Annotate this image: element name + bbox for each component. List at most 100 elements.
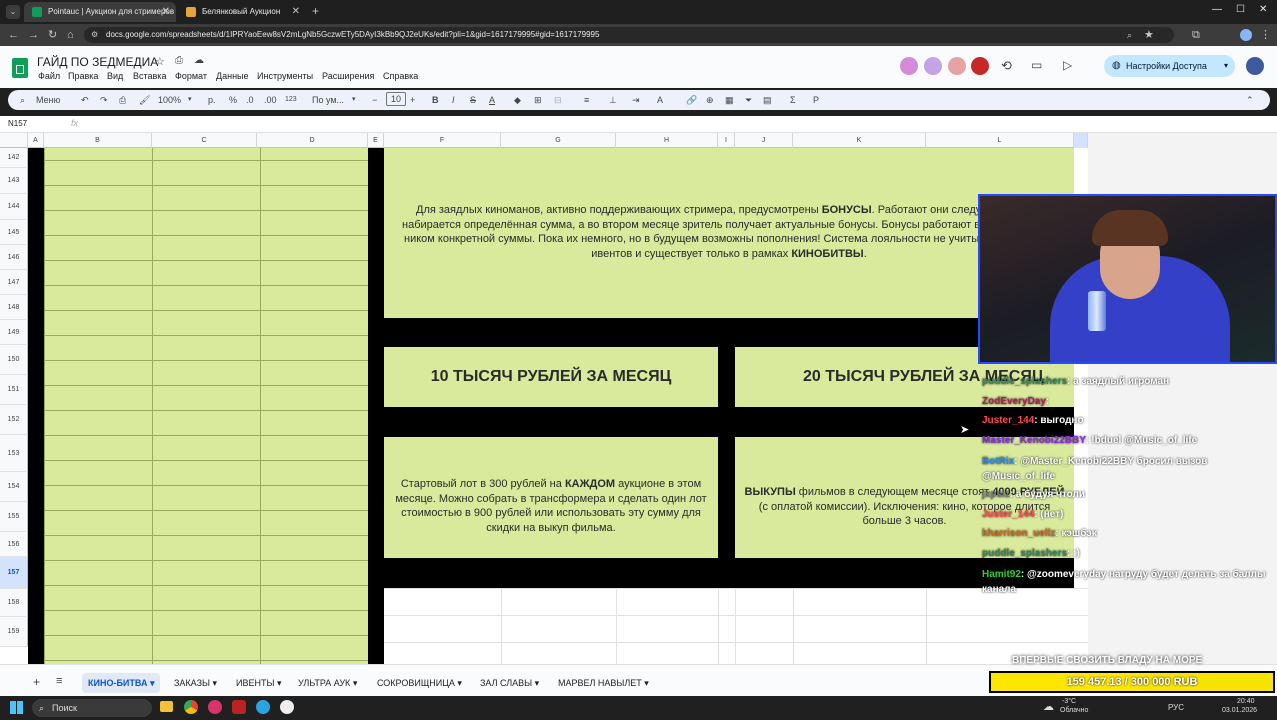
browser-tab-active[interactable]: Pointauc | Аукцион для стримеров ✕: [24, 2, 176, 22]
column-header-selected[interactable]: [1074, 133, 1088, 148]
forward-icon[interactable]: →: [28, 28, 39, 42]
font-size-decrease-icon[interactable]: −: [372, 94, 377, 106]
reload-icon[interactable]: ↻: [48, 28, 57, 42]
row-header[interactable]: 151: [0, 375, 28, 405]
align-horizontal-icon[interactable]: ≡: [584, 94, 589, 106]
spreadsheet-grid[interactable]: A B C D E F G H I J K L Для заядлых кино…: [0, 133, 1088, 664]
back-icon[interactable]: ←: [8, 28, 19, 42]
chevron-down-icon[interactable]: ▾: [1224, 55, 1228, 77]
history-icon[interactable]: ⟲: [1001, 58, 1012, 74]
app-icon[interactable]: [232, 700, 246, 714]
menu-insert[interactable]: Вставка: [133, 71, 166, 81]
sheet-tab-kino-bitva[interactable]: КИНО-БИТВА ▾: [82, 673, 161, 693]
menus-button[interactable]: Меню: [36, 94, 60, 106]
obs-icon[interactable]: [280, 700, 294, 714]
merge-cells-icon[interactable]: ⊟: [554, 94, 562, 106]
font-size-input[interactable]: 10: [386, 92, 406, 106]
comment-icon[interactable]: ⊕: [706, 94, 714, 106]
chevron-down-icon[interactable]: ▾: [188, 94, 192, 106]
menu-tools[interactable]: Инструменты: [257, 71, 313, 81]
collaborator-avatar[interactable]: [971, 57, 989, 75]
link-icon[interactable]: 🔗: [686, 94, 697, 106]
select-all-corner[interactable]: [0, 133, 28, 148]
number-format-button[interactable]: 123: [285, 94, 297, 106]
text-color-icon[interactable]: A: [489, 94, 495, 106]
bookmark-star-icon[interactable]: ★: [1144, 28, 1154, 42]
row-header-selected[interactable]: 157: [0, 557, 28, 589]
collaborator-avatar[interactable]: [900, 57, 918, 75]
increase-decimal-button[interactable]: .00: [264, 94, 277, 106]
collaborator-avatar[interactable]: [948, 57, 966, 75]
menu-edit[interactable]: Правка: [68, 71, 98, 81]
row-header[interactable]: 158: [0, 589, 28, 617]
row-header[interactable]: 154: [0, 472, 28, 502]
column-header[interactable]: C: [152, 133, 257, 148]
italic-icon[interactable]: I: [452, 94, 455, 106]
tab-search-icon[interactable]: ⌄: [6, 5, 20, 19]
font-select[interactable]: По ум...: [312, 94, 344, 106]
text-wrap-icon[interactable]: ⇥: [632, 94, 640, 106]
cloud-status-icon[interactable]: ☁: [194, 55, 204, 66]
share-button[interactable]: ◍ Настройки Доступа ▾: [1104, 55, 1235, 77]
currency-format-button[interactable]: р.: [208, 94, 216, 106]
meet-icon[interactable]: ▷: [1063, 58, 1072, 72]
doc-title[interactable]: ГАЙД ПО ЗЕДМЕДИА: [37, 55, 158, 69]
strikethrough-icon[interactable]: S: [470, 94, 476, 106]
redo-icon[interactable]: ↷: [100, 94, 108, 106]
row-header[interactable]: 148: [0, 295, 28, 320]
add-sheet-icon[interactable]: +: [33, 675, 40, 689]
menu-data[interactable]: Данные: [216, 71, 249, 81]
zoom-icon[interactable]: ⌕: [1127, 28, 1132, 42]
column-header[interactable]: I: [718, 133, 735, 148]
bold-icon[interactable]: B: [432, 94, 439, 106]
close-tab-icon[interactable]: ✕: [292, 2, 300, 22]
collaborator-avatar[interactable]: [924, 57, 942, 75]
minimize-icon[interactable]: —: [1212, 4, 1222, 15]
browser-tab[interactable]: Белянковый Аукцион ✕: [178, 2, 306, 22]
row-header[interactable]: 159: [0, 617, 28, 647]
star-icon[interactable]: ☆: [155, 55, 165, 68]
row-header[interactable]: 147: [0, 270, 28, 295]
comments-icon[interactable]: ▭: [1031, 58, 1042, 72]
collapse-toolbar-icon[interactable]: ⌃: [1246, 94, 1254, 106]
row-header[interactable]: 146: [0, 245, 28, 270]
paint-format-icon[interactable]: 🖌: [139, 94, 150, 106]
explorer-icon[interactable]: [160, 701, 173, 712]
filter-icon[interactable]: ⏷: [745, 94, 752, 106]
row-header[interactable]: 145: [0, 220, 28, 245]
print-icon[interactable]: ⎙: [119, 94, 126, 106]
zoom-select[interactable]: 100%: [158, 94, 181, 106]
profile-icon[interactable]: [1240, 29, 1252, 41]
row-header[interactable]: 149: [0, 320, 28, 345]
font-size-increase-icon[interactable]: +: [410, 94, 415, 106]
close-window-icon[interactable]: ✕: [1259, 4, 1267, 15]
row-header[interactable]: 150: [0, 345, 28, 375]
sheet-tab-marvel[interactable]: МАРВЕЛ НАВЫЛЕТ ▾: [552, 673, 655, 693]
close-tab-icon[interactable]: ✕: [162, 2, 170, 22]
borders-icon[interactable]: ⊞: [534, 94, 542, 106]
column-header[interactable]: K: [793, 133, 926, 148]
maximize-icon[interactable]: ☐: [1236, 4, 1245, 15]
column-header[interactable]: F: [384, 133, 501, 148]
menu-file[interactable]: Файл: [38, 71, 60, 81]
functions-icon[interactable]: Σ: [790, 94, 796, 106]
column-header[interactable]: G: [501, 133, 616, 148]
column-header[interactable]: A: [28, 133, 44, 148]
sheet-tab-zakazy[interactable]: ЗАКАЗЫ ▾: [168, 673, 223, 693]
menu-format[interactable]: Формат: [175, 71, 207, 81]
sheet-tab-zal-slavy[interactable]: ЗАЛ СЛАВЫ ▾: [474, 673, 545, 693]
taskbar-search[interactable]: ⌕ Поиск: [32, 699, 152, 717]
input-tools-icon[interactable]: Р: [813, 94, 819, 106]
menu-help[interactable]: Справка: [383, 71, 418, 81]
undo-icon[interactable]: ↶: [81, 94, 89, 106]
column-header[interactable]: B: [44, 133, 152, 148]
fill-color-icon[interactable]: ◆: [514, 94, 521, 106]
menu-extensions[interactable]: Расширения: [322, 71, 374, 81]
sheet-tab-iventy[interactable]: ИВЕНТЫ ▾: [230, 673, 287, 693]
telegram-icon[interactable]: [256, 700, 270, 714]
column-header[interactable]: L: [926, 133, 1074, 148]
formula-input[interactable]: [88, 117, 1268, 131]
column-header[interactable]: E: [368, 133, 384, 148]
chrome-icon[interactable]: [184, 700, 198, 714]
chevron-down-icon[interactable]: ▾: [352, 94, 356, 106]
